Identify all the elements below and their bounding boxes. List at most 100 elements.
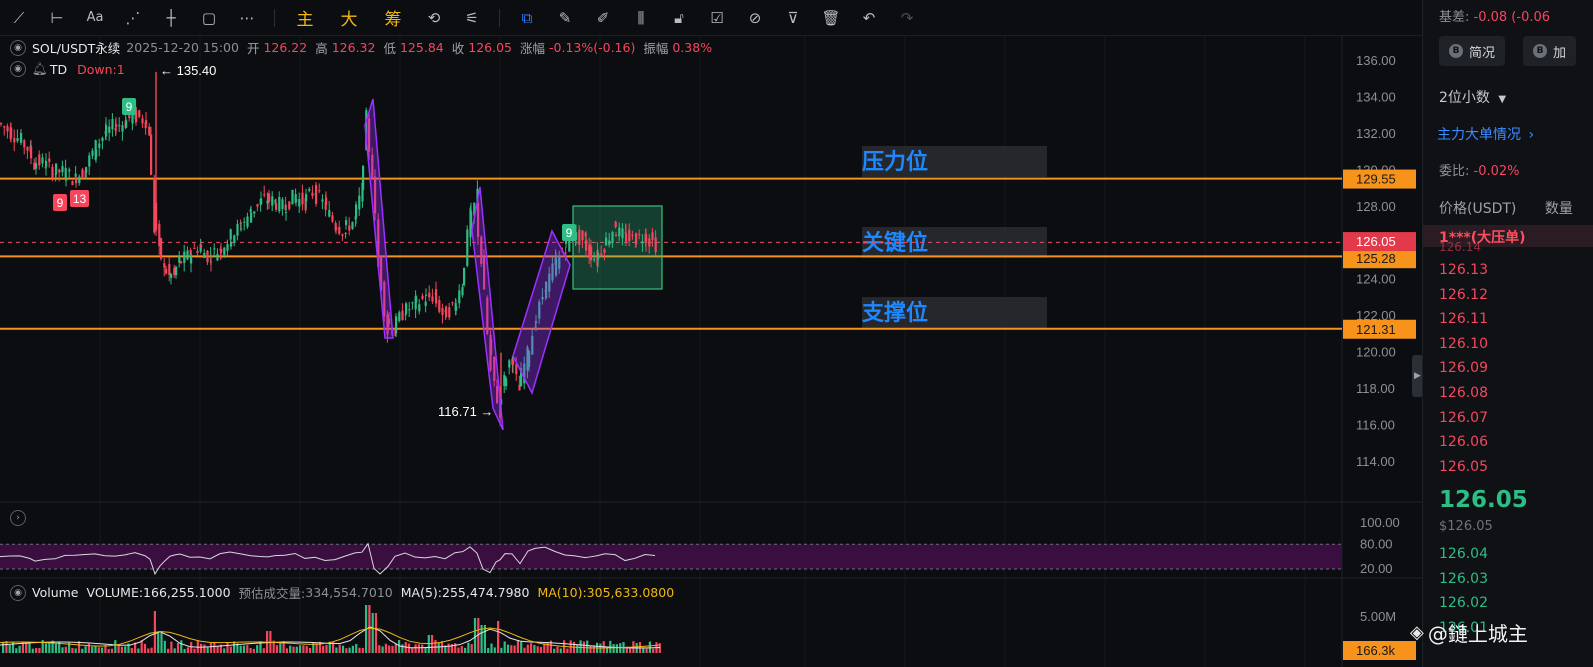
change-value: -0.13%(-0.16) [549,40,636,55]
link-icon[interactable]: ⊘ [736,3,774,33]
more-icon[interactable]: ⋯ [228,3,266,33]
symbol-label: SOL/USDT永续 [32,41,121,56]
candle-body [600,253,603,256]
price-chart[interactable]: 136.00134.00132.00130.00128.00126.00124.… [0,36,1422,667]
ask-price[interactable]: 126.05 [1439,459,1488,475]
candle-body [448,307,451,318]
candle-body [65,179,68,181]
candle-body [210,261,213,263]
redo-icon[interactable]: ↷ [888,3,926,33]
visibility-toggle-icon[interactable]: ◉ [10,39,26,56]
bid-price[interactable]: 126.03 [1439,571,1488,587]
volume-bar [110,648,114,653]
main-indicator-button[interactable]: 主 [283,3,327,33]
overview-label: 简况 [1469,45,1496,61]
candle-body [193,247,196,249]
candle-body [398,312,401,322]
trend-line-icon[interactable]: ⟋ [0,3,38,33]
fib-tool-icon[interactable]: ⋰ [114,3,152,33]
candle-body [301,192,304,205]
candle-body [246,216,249,227]
candle-body [435,289,438,304]
horizontal-line-icon[interactable]: ⊢ [38,3,76,33]
ask-price[interactable]: 126.11 [1439,311,1488,327]
candle-body [160,238,163,259]
candle-body [111,118,114,130]
visibility-toggle-icon[interactable]: ◉ [10,61,26,77]
volume-legend: ◉ Volume VOLUME:166,255.1000 预估成交量: 334,… [0,583,674,602]
volume-bar [91,646,94,653]
indicator-icon[interactable]: ⚟ [453,3,491,33]
candle-body [88,155,91,167]
candle-body [260,198,263,205]
candle-body [505,378,508,387]
ask-price[interactable]: 126.07 [1439,410,1488,426]
candle-body [121,125,124,132]
candle-body [170,274,173,278]
volume-bar [325,644,328,653]
decimals-select[interactable]: 2位小数 ▼ [1439,87,1506,107]
candle-body [295,199,298,202]
candle-body [278,197,281,212]
cross-line-icon[interactable]: ┼ [152,3,190,33]
rsi-collapse-icon[interactable]: › [10,510,26,526]
ruler-icon[interactable]: ✎ [546,3,584,33]
rsi-tick-label: 80.00 [1360,536,1393,551]
volume-bar [150,647,153,653]
quantity-header: 数量 [1544,201,1573,217]
ask-price[interactable]: 126.09 [1439,360,1488,376]
overview-button[interactable]: B 简况 [1439,36,1506,66]
text-tool-icon[interactable]: Aa [76,3,114,33]
candle-body [78,176,81,184]
candle-body [240,228,243,230]
bid-price[interactable]: 126.04 [1439,546,1488,562]
rectangle-icon[interactable]: ▢ [190,3,228,33]
candle-style-icon[interactable]: ⫼ [622,3,660,33]
candle-body [654,237,657,253]
price-tick-label: 118.00 [1356,381,1395,396]
ask-price[interactable]: 126.10 [1439,336,1488,352]
undo-icon[interactable]: ↶ [850,3,888,33]
candle-body [105,125,108,137]
pattern-shape [512,229,571,396]
ask-price[interactable]: 126.12 [1439,287,1488,303]
volume-bar [242,645,246,653]
visibility-toggle-icon[interactable]: ◉ [10,584,26,601]
magnet-icon[interactable]: ⧉ [508,3,546,33]
big-orders-link[interactable]: 主力大单情况 › [1437,124,1534,144]
chips-button[interactable]: 筹 [371,3,415,33]
ask-price[interactable]: 126.13 [1439,262,1488,278]
candle-body [91,150,94,156]
volume-bar [163,640,166,653]
open-value: 126.22 [263,40,308,55]
brush-icon[interactable]: ✐ [584,3,622,33]
lock-icon[interactable]: 🔓︎ [660,3,698,33]
candle-body [578,229,581,245]
candle-body [165,268,168,274]
last-price: 126.05 [1439,487,1528,513]
level-annotation-text: 压力位 [862,149,928,175]
volume-bar [424,647,427,653]
big-order-button[interactable]: 大 [327,3,371,33]
price-header: 价格(USDT) [1439,201,1517,217]
trash-icon[interactable]: 🗑︎ [812,3,850,33]
candle-body [564,252,567,254]
volume-bar [74,648,77,653]
volume-axis-label: 5.00M [1360,609,1396,624]
replay-icon[interactable]: ⟲ [415,3,453,33]
bid-price[interactable]: 126.02 [1439,595,1488,611]
candle-body [125,120,128,128]
note-icon[interactable]: ☑ [698,3,736,33]
volume-bar [120,646,123,653]
add-button[interactable]: B加 [1523,36,1577,66]
bell-icon[interactable]: 🔔︎ [32,61,48,77]
low-marker: 116.71 → [438,404,493,419]
ask-price[interactable]: 126.06 [1439,434,1488,450]
volume-bar [652,648,655,653]
volume-bar [460,646,463,653]
volume-value: VOLUME:166,255.1000 [86,585,231,600]
volume-bar [2,641,5,653]
ask-price[interactable]: 126.08 [1439,385,1488,401]
filter-icon[interactable]: ⊽ [774,3,812,33]
candle-body [358,195,361,210]
